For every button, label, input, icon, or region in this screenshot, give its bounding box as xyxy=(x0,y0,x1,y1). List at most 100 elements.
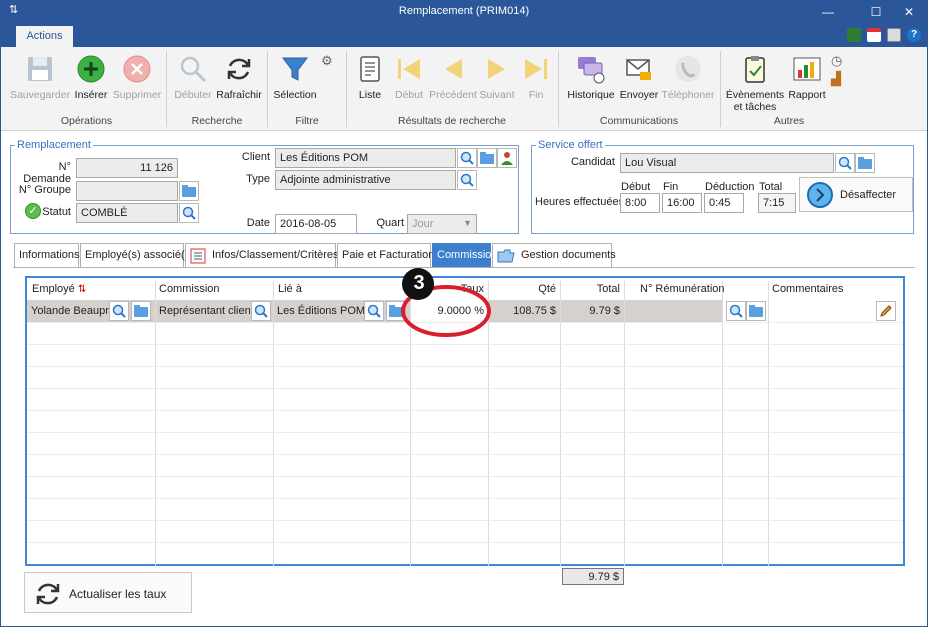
remplacement-legend: Remplacement xyxy=(15,139,93,151)
debut-field[interactable]: 8:00 xyxy=(620,193,660,213)
groupe-field[interactable] xyxy=(76,181,178,201)
delete-button[interactable]: Supprimer xyxy=(111,53,163,101)
col-lie[interactable]: Lié à xyxy=(278,283,302,300)
demande-field[interactable]: 11 126 xyxy=(76,158,178,178)
folder-search-icon xyxy=(480,152,494,164)
ribbon-tab-bar: Actions xyxy=(1,23,927,47)
filter-settings-icon[interactable]: ⚙ xyxy=(321,53,333,69)
col-remuneration[interactable]: N° Rémunération xyxy=(640,283,725,300)
phone-button[interactable]: Téléphoner xyxy=(659,53,717,101)
groupe-label: N° Groupe xyxy=(18,184,71,196)
candidat-browse-button[interactable] xyxy=(855,153,875,173)
total-label: Total xyxy=(759,181,783,193)
deduction-field[interactable]: 0:45 xyxy=(704,193,744,213)
magnifier-icon xyxy=(177,53,209,85)
client-field[interactable]: Les Éditions POM xyxy=(275,148,456,168)
pencil-icon xyxy=(880,305,892,317)
folder-search-icon xyxy=(134,305,148,317)
debut-label: Début xyxy=(621,181,651,193)
next-button[interactable]: Suivant xyxy=(477,53,517,101)
tab-infos-classement[interactable]: Infos/Classement/Critères xyxy=(185,243,339,268)
tab-gestion-documents[interactable]: Gestion documents xyxy=(492,243,616,268)
actualiser-taux-button[interactable]: Actualiser les taux xyxy=(24,572,192,613)
fin-field[interactable]: 16:00 xyxy=(662,193,702,213)
cell-commentaires[interactable] xyxy=(769,300,879,322)
search-icon xyxy=(460,173,474,187)
col-commentaires[interactable]: Commentaires xyxy=(772,283,844,300)
date-label: Date xyxy=(246,217,270,229)
list-button[interactable]: Liste xyxy=(353,53,387,101)
search-icon xyxy=(460,151,474,165)
help-icon[interactable]: ? xyxy=(907,28,921,42)
maximize-button[interactable]: ☐ xyxy=(861,3,891,21)
employe-browse-button[interactable] xyxy=(131,301,151,321)
remuneration-browse-button[interactable] xyxy=(746,301,766,321)
calculator-icon[interactable] xyxy=(847,28,861,42)
previous-button[interactable]: Précédent xyxy=(427,53,479,101)
remuneration-search-button[interactable] xyxy=(726,301,746,321)
report-button[interactable]: Rapport xyxy=(786,53,828,101)
lock-icon[interactable] xyxy=(887,28,901,42)
employe-search-button[interactable] xyxy=(109,301,129,321)
clock-icon[interactable]: ◷ xyxy=(831,53,842,69)
quart-select[interactable]: Jour ▼ xyxy=(407,214,477,234)
search-icon xyxy=(182,206,196,220)
previous-record-icon xyxy=(437,53,469,85)
start-search-button[interactable]: Débuter xyxy=(171,53,215,101)
candidat-label: Candidat xyxy=(570,156,615,168)
first-record-icon xyxy=(393,53,425,85)
col-total[interactable]: Total xyxy=(560,283,620,300)
tab-actions[interactable]: Actions xyxy=(16,26,73,47)
minimize-button[interactable]: — xyxy=(813,3,843,21)
selection-button[interactable]: Sélection xyxy=(271,53,319,101)
col-commission[interactable]: Commission xyxy=(159,283,220,300)
filter-icon xyxy=(279,53,311,85)
refresh-button[interactable]: Rafraîchir xyxy=(215,53,263,101)
client-search-button[interactable] xyxy=(457,148,477,168)
title-bar: ⇅ Remplacement (PRIM014) — ☐ ✕ xyxy=(1,1,927,23)
last-button[interactable]: Fin xyxy=(519,53,553,101)
search-icon xyxy=(729,304,743,318)
plus-icon xyxy=(75,53,107,85)
candidat-search-button[interactable] xyxy=(835,153,855,173)
groupe-browse-button[interactable] xyxy=(179,181,199,201)
group-label-recherche: Recherche xyxy=(191,115,243,127)
commission-search-button[interactable] xyxy=(251,301,271,321)
folder-search-icon xyxy=(749,305,763,317)
window-title: Remplacement (PRIM014) xyxy=(398,5,530,17)
statut-field[interactable]: COMBLÉ xyxy=(76,203,178,223)
arrow-right-circle-icon xyxy=(807,182,833,208)
save-button[interactable]: Sauvegarder xyxy=(9,53,71,101)
desaffecter-button[interactable]: Désaffecter xyxy=(799,177,913,212)
tab-employes-associes[interactable]: Employé(s) associé(s) xyxy=(80,243,194,268)
col-employe[interactable]: Employé ⇅ xyxy=(32,283,86,300)
type-field[interactable]: Adjointe administrative xyxy=(275,170,456,190)
ribbon-toolbar-icons: ? xyxy=(847,28,921,44)
calendar-icon[interactable] xyxy=(867,28,881,42)
events-tasks-button[interactable]: Évènements et tâches xyxy=(725,53,785,113)
chat-history-icon xyxy=(575,53,607,85)
heures-label: Heures effectuées xyxy=(535,196,625,208)
tray-icon[interactable]: ▟ xyxy=(831,71,841,87)
history-button[interactable]: Historique xyxy=(564,53,618,101)
type-search-button[interactable] xyxy=(457,170,477,190)
first-button[interactable]: Début xyxy=(391,53,427,101)
group-label-autres: Autres xyxy=(773,115,805,127)
bar-chart-icon xyxy=(791,53,823,85)
date-field[interactable]: 2016-08-05 xyxy=(275,214,357,234)
envelope-icon xyxy=(623,53,655,85)
phone-icon xyxy=(672,53,704,85)
folder-search-icon xyxy=(858,157,872,169)
close-button[interactable]: ✕ xyxy=(894,3,924,21)
insert-button[interactable]: Insérer xyxy=(71,53,111,101)
tab-informations[interactable]: Informations xyxy=(14,243,80,268)
search-icon xyxy=(112,304,126,318)
client-contact-button[interactable] xyxy=(497,148,517,168)
lie-search-button[interactable] xyxy=(364,301,384,321)
candidat-field[interactable]: Lou Visual xyxy=(620,153,834,173)
statut-search-button[interactable] xyxy=(179,203,199,223)
client-browse-button[interactable] xyxy=(477,148,497,168)
send-button[interactable]: Envoyer xyxy=(619,53,659,101)
edit-comment-button[interactable] xyxy=(876,301,896,321)
checklist-icon xyxy=(190,248,206,264)
